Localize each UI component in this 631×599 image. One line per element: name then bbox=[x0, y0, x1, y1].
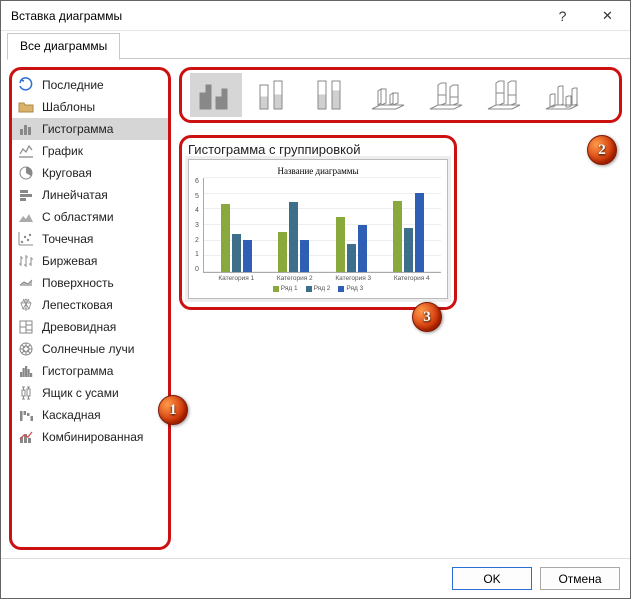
chart-plot bbox=[203, 178, 441, 273]
sidebar-item-label: Солнечные лучи bbox=[42, 342, 134, 356]
sidebar-item-label: Поверхность bbox=[42, 276, 114, 290]
scatter-chart-icon bbox=[18, 231, 34, 247]
subtype-100stacked-column[interactable] bbox=[306, 73, 358, 117]
dialog-footer: OK Отмена bbox=[1, 558, 630, 598]
radar-chart-icon bbox=[18, 297, 34, 313]
sidebar-item-label: Круговая bbox=[42, 166, 92, 180]
sidebar-item-label: Линейчатая bbox=[42, 188, 108, 202]
sidebar-item-surface[interactable]: Поверхность bbox=[12, 272, 168, 294]
subtype-clustered-column[interactable] bbox=[190, 73, 242, 117]
sidebar-item-label: Биржевая bbox=[42, 254, 97, 268]
tabbar: Все диаграммы bbox=[1, 31, 630, 59]
sidebar-item-radar[interactable]: Лепестковая bbox=[12, 294, 168, 316]
ok-button[interactable]: OK bbox=[452, 567, 532, 590]
sidebar-item-label: Лепестковая bbox=[42, 298, 113, 312]
sidebar-item-label: Каскадная bbox=[42, 408, 101, 422]
cancel-button[interactable]: Отмена bbox=[540, 567, 620, 590]
subtype-3d-column[interactable] bbox=[538, 73, 590, 117]
sidebar-item-label: Точечная bbox=[42, 232, 93, 246]
sidebar-item-label: Ящик с усами bbox=[42, 386, 119, 400]
close-button[interactable]: ✕ bbox=[585, 1, 630, 30]
sidebar-item-label: Комбинированная bbox=[42, 430, 143, 444]
chart-preview[interactable]: Название диаграммы 0123456 Категория 1Ка… bbox=[188, 159, 448, 299]
folder-icon bbox=[18, 99, 34, 115]
main-pane: Гистограмма с группировкой Название диаг… bbox=[179, 67, 622, 550]
subtype-stacked-column[interactable] bbox=[248, 73, 300, 117]
insert-chart-dialog: Вставка диаграммы ? ✕ Все диаграммы Посл… bbox=[0, 0, 631, 599]
sidebar-item-column[interactable]: Гистограмма bbox=[12, 118, 168, 140]
sunburst-icon bbox=[18, 341, 34, 357]
sidebar-item-scatter[interactable]: Точечная bbox=[12, 228, 168, 250]
sidebar-item-sunburst[interactable]: Солнечные лучи bbox=[12, 338, 168, 360]
boxwhisker-icon bbox=[18, 385, 34, 401]
window-title: Вставка диаграммы bbox=[11, 9, 122, 23]
sidebar-item-treemap[interactable]: Древовидная bbox=[12, 316, 168, 338]
annotation-badge-1: 1 bbox=[158, 395, 188, 425]
subtype-3d-100stacked-column[interactable] bbox=[480, 73, 532, 117]
sidebar-item-histogram[interactable]: Гистограмма bbox=[12, 360, 168, 382]
bar-chart-icon bbox=[18, 187, 34, 203]
combo-chart-icon bbox=[18, 429, 34, 445]
tab-all-charts[interactable]: Все диаграммы bbox=[7, 33, 120, 60]
sidebar-item-label: С областями bbox=[42, 210, 114, 224]
line-chart-icon bbox=[18, 143, 34, 159]
sidebar-item-pie[interactable]: Круговая bbox=[12, 162, 168, 184]
annotation-badge-3: 3 bbox=[412, 302, 442, 332]
sidebar-item-label: Последние bbox=[42, 78, 104, 92]
help-button[interactable]: ? bbox=[540, 1, 585, 30]
sidebar-item-area[interactable]: С областями bbox=[12, 206, 168, 228]
sidebar-item-combo[interactable]: Комбинированная bbox=[12, 426, 168, 448]
chart-yaxis: 0123456 bbox=[195, 178, 201, 273]
recent-icon bbox=[18, 77, 34, 93]
pie-chart-icon bbox=[18, 165, 34, 181]
sidebar-item-label: Шаблоны bbox=[42, 100, 95, 114]
chart-legend: Ряд 1Ряд 2Ряд 3 bbox=[195, 285, 441, 292]
preview-subtype-title: Гистограмма с группировкой bbox=[188, 142, 448, 157]
subtype-3d-stacked-column[interactable] bbox=[422, 73, 474, 117]
treemap-icon bbox=[18, 319, 34, 335]
chart-title: Название диаграммы bbox=[195, 166, 441, 176]
chart-subtype-strip bbox=[179, 67, 622, 123]
chart-xaxis: Категория 1Категория 2Категория 3Категор… bbox=[195, 275, 441, 282]
sidebar-item-stock[interactable]: Биржевая bbox=[12, 250, 168, 272]
sidebar-item-recent[interactable]: Последние bbox=[12, 74, 168, 96]
histogram-icon bbox=[18, 363, 34, 379]
chart-preview-group: Гистограмма с группировкой Название диаг… bbox=[179, 135, 457, 310]
chart-category-sidebar: Последние Шаблоны Гистограмма График Кру… bbox=[9, 67, 171, 550]
sidebar-item-line[interactable]: График bbox=[12, 140, 168, 162]
column-chart-icon bbox=[18, 121, 34, 137]
sidebar-item-boxwhisker[interactable]: Ящик с усами bbox=[12, 382, 168, 404]
surface-chart-icon bbox=[18, 275, 34, 291]
waterfall-icon bbox=[18, 407, 34, 423]
annotation-badge-2: 2 bbox=[587, 135, 617, 165]
sidebar-item-bar[interactable]: Линейчатая bbox=[12, 184, 168, 206]
subtype-3d-clustered-column[interactable] bbox=[364, 73, 416, 117]
sidebar-item-label: Древовидная bbox=[42, 320, 116, 334]
sidebar-item-templates[interactable]: Шаблоны bbox=[12, 96, 168, 118]
titlebar: Вставка диаграммы ? ✕ bbox=[1, 1, 630, 31]
stock-chart-icon bbox=[18, 253, 34, 269]
sidebar-item-label: Гистограмма bbox=[42, 364, 113, 378]
sidebar-item-label: Гистограмма bbox=[42, 122, 113, 136]
sidebar-item-label: График bbox=[42, 144, 83, 158]
sidebar-item-waterfall[interactable]: Каскадная bbox=[12, 404, 168, 426]
area-chart-icon bbox=[18, 209, 34, 225]
